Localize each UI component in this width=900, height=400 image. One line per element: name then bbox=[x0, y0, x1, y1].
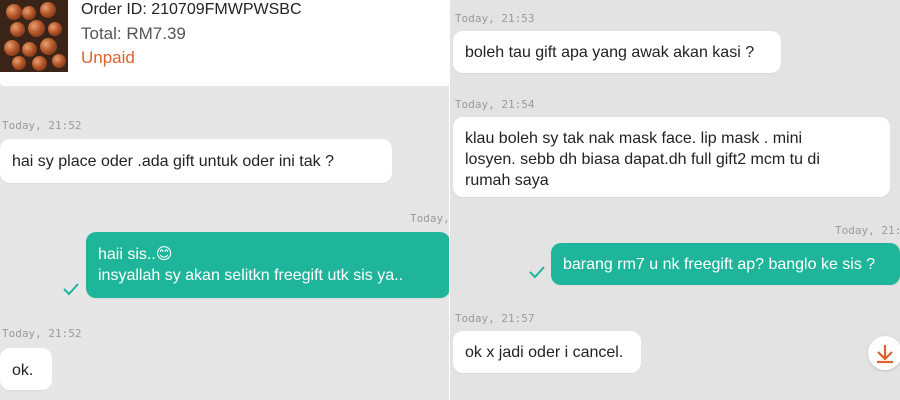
message-timestamp: Today, 21:53 bbox=[455, 12, 535, 25]
message-timestamp: Today, 21:56 bbox=[835, 224, 900, 237]
message-text: barang rm7 u nk freegift ap? banglo ke s… bbox=[563, 256, 876, 273]
outgoing-message[interactable]: haii sis..😊 insyallah sy akan selitkn fr… bbox=[86, 232, 450, 298]
message-timestamp: Today, bbox=[410, 212, 450, 225]
message-text: haii sis.. bbox=[98, 246, 156, 263]
outgoing-message[interactable]: barang rm7 u nk freegift ap? banglo ke s… bbox=[551, 243, 900, 285]
product-thumbnail bbox=[0, 0, 68, 72]
order-total: Total: RM7.39 bbox=[81, 24, 186, 43]
incoming-message[interactable]: hai sy place oder .ada gift untuk oder i… bbox=[0, 139, 392, 183]
message-text: rumah saya bbox=[465, 172, 549, 189]
order-status: Unpaid bbox=[81, 48, 135, 67]
order-id: Order ID: 210709FMWPWSBC bbox=[81, 1, 302, 18]
left-chat-panel: Order ID: 210709FMWPWSBC Total: RM7.39 U… bbox=[0, 0, 450, 400]
check-icon bbox=[529, 266, 545, 279]
incoming-message[interactable]: ok. bbox=[0, 348, 52, 390]
message-text: boleh tau gift apa yang awak akan kasi ? bbox=[465, 44, 755, 61]
incoming-message[interactable]: klau boleh sy tak nak mask face. lip mas… bbox=[453, 117, 890, 197]
check-icon bbox=[63, 283, 79, 296]
smile-emoji-icon: 😊 bbox=[155, 246, 173, 263]
incoming-message[interactable]: ok x jadi oder i cancel. bbox=[453, 331, 641, 373]
right-chat-panel: Today, 21:53 boleh tau gift apa yang awa… bbox=[450, 0, 900, 400]
download-arrow-icon bbox=[877, 345, 893, 364]
message-timestamp: Today, 21:54 bbox=[455, 98, 535, 111]
message-timestamp: Today, 21:57 bbox=[455, 312, 535, 325]
order-card[interactable]: Order ID: 210709FMWPWSBC Total: RM7.39 U… bbox=[0, 0, 450, 86]
message-text: hai sy place oder .ada gift untuk oder i… bbox=[12, 153, 334, 170]
message-text: klau boleh sy tak nak mask face. lip mas… bbox=[465, 130, 803, 147]
message-timestamp: Today, 21:52 bbox=[2, 119, 82, 132]
incoming-message[interactable]: boleh tau gift apa yang awak akan kasi ? bbox=[453, 31, 781, 73]
message-text: ok. bbox=[12, 362, 34, 379]
download-button[interactable] bbox=[868, 336, 900, 370]
message-text: ok x jadi oder i cancel. bbox=[465, 344, 624, 361]
message-text: insyallah sy akan selitkn freegift utk s… bbox=[98, 267, 404, 284]
message-timestamp: Today, 21:52 bbox=[2, 327, 82, 340]
message-text: losyen. sebb dh biasa dapat.dh full gift… bbox=[465, 151, 820, 168]
